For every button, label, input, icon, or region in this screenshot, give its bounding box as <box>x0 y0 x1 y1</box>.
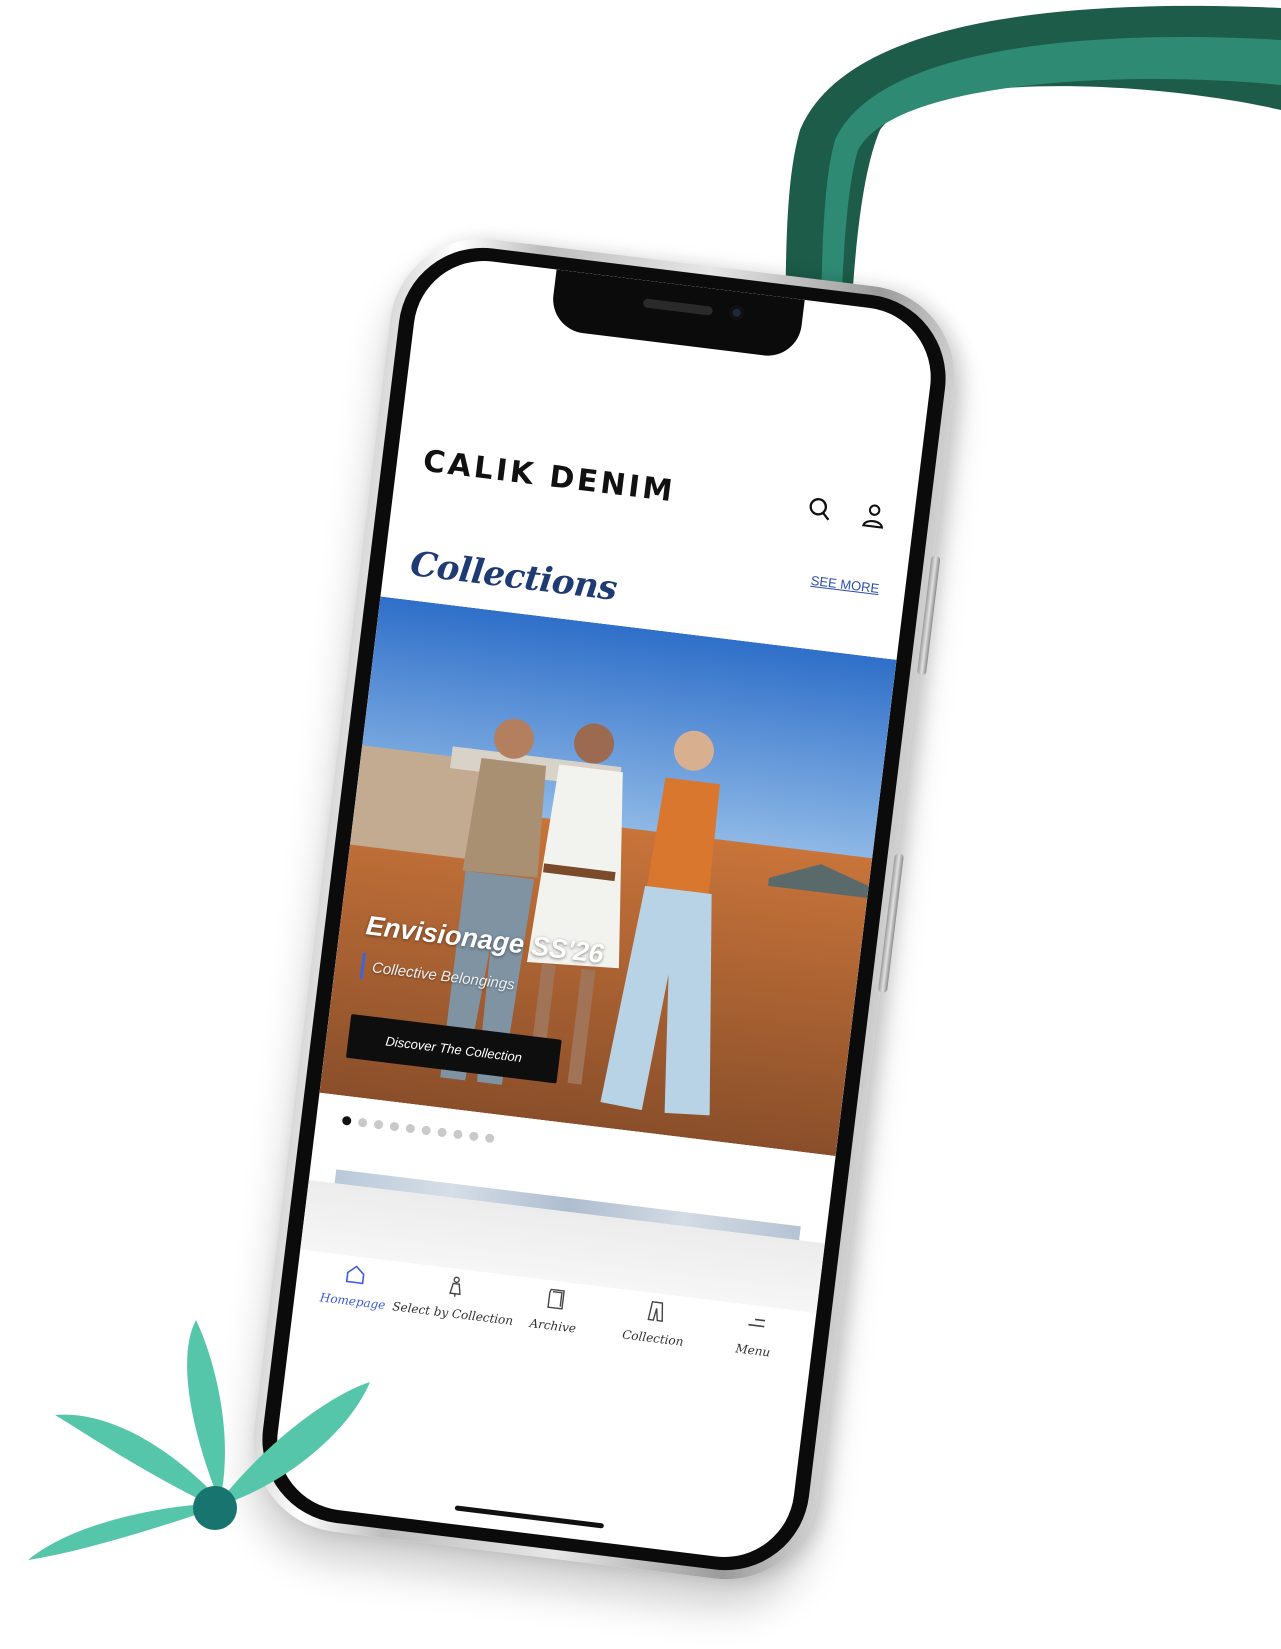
search-icon[interactable] <box>805 494 836 525</box>
speaker <box>642 298 714 316</box>
leaf-petal <box>55 1414 210 1502</box>
leaf-decoration <box>28 1320 370 1560</box>
carousel-dot[interactable] <box>341 1115 352 1126</box>
tab-label: Menu <box>734 1341 772 1360</box>
tab-label: Archive <box>528 1316 577 1336</box>
leaf-petal <box>225 1382 370 1502</box>
home-icon <box>343 1261 370 1288</box>
carousel-dot[interactable] <box>373 1119 384 1130</box>
carousel-dot[interactable] <box>452 1129 463 1140</box>
tab-collection[interactable]: Collection <box>606 1294 703 1351</box>
dress-icon <box>443 1273 470 1300</box>
leaf-petal <box>187 1320 225 1490</box>
home-indicator <box>454 1505 605 1529</box>
brand-logo[interactable]: CALIK DENIM <box>421 443 677 509</box>
leaf-center <box>193 1486 237 1530</box>
hero-banner[interactable]: Envisionage SS'26 Collective Belongings … <box>319 596 897 1157</box>
tab-menu[interactable]: Menu <box>706 1306 803 1363</box>
menu-icon <box>743 1310 770 1337</box>
archive-icon <box>543 1286 570 1313</box>
see-more-link[interactable]: SEE MORE <box>810 573 880 596</box>
tab-select-by-collection[interactable]: Select by Collection <box>392 1269 514 1328</box>
hero-photo <box>319 596 897 1157</box>
jeans-icon <box>643 1298 670 1325</box>
carousel-pagination[interactable] <box>341 1115 495 1144</box>
section-title: Collections <box>408 544 620 610</box>
tab-label: Collection <box>621 1327 685 1349</box>
carousel-dot[interactable] <box>437 1127 448 1138</box>
app-header: CALIK DENIM <box>420 437 890 542</box>
user-icon[interactable] <box>858 500 889 531</box>
front-camera <box>728 304 745 321</box>
leaf-petal <box>28 1504 205 1560</box>
header-actions <box>805 494 890 532</box>
carousel-dot[interactable] <box>405 1123 416 1134</box>
tab-archive[interactable]: Archive <box>506 1282 603 1339</box>
carousel-dot[interactable] <box>421 1125 432 1136</box>
carousel-dot[interactable] <box>484 1133 495 1144</box>
carousel-dot[interactable] <box>389 1121 400 1132</box>
carousel-dot[interactable] <box>357 1117 368 1128</box>
carousel-dot[interactable] <box>468 1131 479 1142</box>
